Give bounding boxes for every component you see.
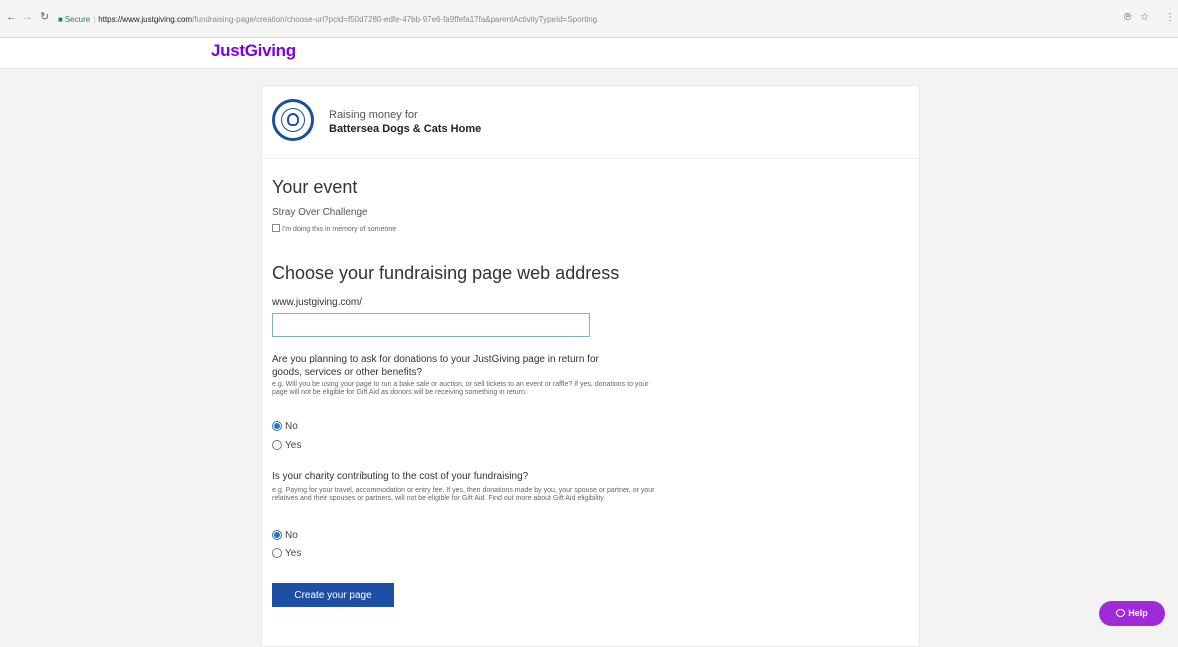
address-heading: Choose your fundraising page web address [272, 263, 620, 283]
benefits-yes-option[interactable]: Yes [272, 440, 301, 452]
url-path: /fundraising-page/creation/choose-url?pc… [192, 15, 598, 24]
memory-checkbox-row[interactable]: I'm doing this in memory of someone [272, 224, 396, 233]
cost-yes-option[interactable]: Yes [272, 548, 301, 560]
memory-checkbox[interactable] [272, 224, 280, 232]
radio-benefits-no[interactable] [272, 421, 282, 431]
benefits-no-option[interactable]: No [272, 421, 298, 433]
charity-logo-icon [272, 99, 314, 141]
cost-no-option[interactable]: No [272, 530, 298, 542]
key-icon[interactable]: ℗ [1124, 12, 1131, 23]
memory-checkbox-label: I'm doing this in memory of someone [282, 226, 397, 233]
page-address-input[interactable] [272, 313, 590, 337]
event-name: Stray Over Challenge [272, 207, 368, 218]
question-benefits-line1: Are you planning to ask for donations to… [272, 354, 599, 365]
creation-card: Raising money for Battersea Dogs & Cats … [261, 85, 920, 647]
cost-no-label: No [285, 530, 298, 541]
radio-cost-no[interactable] [272, 530, 282, 540]
radio-benefits-yes[interactable] [272, 440, 282, 450]
create-page-button[interactable]: Create your page [272, 583, 394, 607]
event-heading: Your event [272, 177, 358, 197]
question-charity-cost: Is your charity contributing to the cost… [272, 471, 529, 482]
site-header: JustGiving [0, 38, 1178, 69]
benefits-yes-label: Yes [285, 440, 302, 451]
cost-yes-label: Yes [285, 548, 302, 559]
star-icon[interactable]: ☆ [1140, 12, 1149, 23]
domain-prefix: www.justgiving.com/ [272, 297, 363, 308]
charity-banner: Raising money for Battersea Dogs & Cats … [262, 86, 919, 159]
url-host: https://www.justgiving.com [98, 15, 193, 24]
raising-label: Raising money for [329, 109, 418, 121]
question-benefits: Are you planning to ask for donations to… [272, 353, 599, 379]
menu-icon[interactable]: ⋮ [1165, 12, 1175, 23]
help-label: Help [1128, 608, 1148, 618]
charity-cost-hint: e.g. Paying for your travel, accommodati… [272, 487, 655, 502]
radio-cost-yes[interactable] [272, 548, 282, 558]
justgiving-logo[interactable]: JustGiving [211, 41, 296, 61]
address-bar[interactable]: ■ Secure | https://www.justgiving.com/fundr… [58, 13, 1110, 27]
browser-toolbar: ← → ↻ ■ Secure | https://www.justgiving.com… [0, 0, 1178, 38]
benefits-no-label: No [285, 421, 298, 432]
charity-name: Battersea Dogs & Cats Home [329, 123, 482, 135]
reload-icon[interactable]: ↻ [40, 11, 49, 23]
lock-icon: ■ [58, 15, 63, 24]
secure-label: Secure [64, 15, 91, 24]
forward-arrow-icon[interactable]: → [22, 11, 33, 23]
benefits-hint: e.g. Will you be using your page to run … [272, 381, 649, 396]
question-benefits-line2: goods, services or other benefits? [272, 367, 423, 378]
back-arrow-icon[interactable]: ← [6, 11, 17, 23]
chat-bubble-icon [1116, 609, 1126, 617]
help-button[interactable]: Help [1099, 601, 1165, 626]
